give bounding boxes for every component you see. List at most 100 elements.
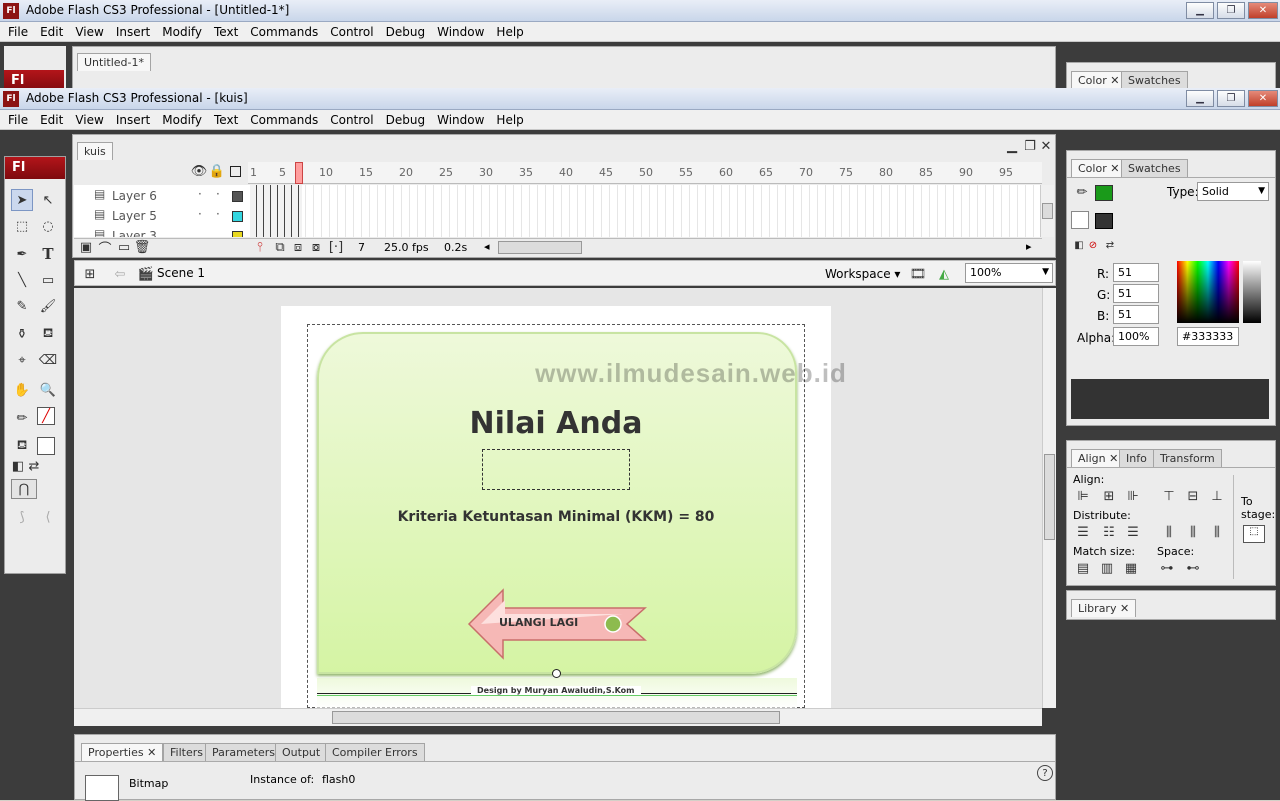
type-select[interactable]: Solid ▼ (1197, 182, 1269, 201)
brush-tool-icon[interactable]: 🖌 (37, 295, 59, 317)
zoom-select[interactable]: 100% ▼ (965, 263, 1053, 283)
maximize-button[interactable]: ❐ (1217, 2, 1245, 19)
center-frame-icon[interactable]: ⫯ (254, 240, 266, 255)
timeline-hscroll-thumb[interactable] (498, 241, 582, 254)
align-hcenter-icon[interactable]: ⊞ (1101, 489, 1117, 504)
menu-view[interactable]: View (69, 110, 109, 129)
back-arrow-icon[interactable]: ⇦ (111, 265, 129, 283)
subselection-tool-icon[interactable]: ↖ (37, 189, 59, 211)
ink-bottle-icon[interactable]: ⚱ (11, 323, 33, 345)
menu-help[interactable]: Help (490, 22, 529, 41)
tab-info[interactable]: Info (1119, 449, 1154, 467)
menu-insert[interactable]: Insert (110, 110, 156, 129)
canvas-hscrollbar[interactable] (74, 708, 1042, 726)
tab-parameters[interactable]: Parameters (205, 743, 282, 761)
fill-swatch[interactable] (37, 437, 55, 455)
tab-swatches[interactable]: Swatches (1121, 159, 1188, 177)
layer-row[interactable]: ▤ Layer 6 · · (74, 187, 246, 207)
insert-layer-icon[interactable]: ▣ (80, 240, 92, 255)
r-input[interactable]: 51 (1113, 263, 1159, 282)
playhead[interactable] (295, 162, 303, 184)
onion-skin-icon[interactable]: ⧉ (274, 240, 286, 255)
space-horizontal-icon[interactable]: ⊷ (1185, 561, 1201, 576)
tab-color-bg[interactable]: Color ✕ (1071, 71, 1127, 89)
menu-text[interactable]: Text (208, 22, 244, 41)
eyedropper-icon[interactable]: ⌖ (11, 349, 33, 371)
fill-bucket-icon[interactable] (1071, 211, 1089, 229)
menu-view[interactable]: View (69, 22, 109, 41)
minimize-button[interactable]: ▁ (1186, 90, 1214, 107)
menu-commands[interactable]: Commands (244, 110, 324, 129)
doc-tab-kuis[interactable]: kuis (77, 142, 113, 160)
paint-bucket-icon[interactable]: ⛾ (37, 323, 59, 345)
fill-color-swatch[interactable] (1095, 213, 1113, 229)
match-both-icon[interactable]: ▦ (1123, 561, 1139, 576)
distribute-top-icon[interactable]: ☰ (1075, 525, 1091, 540)
minimize-doc-icon[interactable]: ▁ (1005, 139, 1019, 154)
selection-tool-icon[interactable]: ➤ (11, 189, 33, 211)
hand-tool-icon[interactable]: ✋ (11, 379, 33, 401)
hscroll-thumb[interactable] (332, 711, 780, 724)
score-textfield[interactable] (482, 449, 630, 490)
tab-properties[interactable]: Properties ✕ (81, 743, 164, 761)
lasso-icon[interactable]: ◌ (37, 215, 59, 237)
align-top-icon[interactable]: ⊤ (1161, 489, 1177, 504)
color-spectrum[interactable] (1177, 261, 1239, 323)
match-width-icon[interactable]: ▤ (1075, 561, 1091, 576)
keyframes[interactable] (250, 185, 302, 237)
tab-output[interactable]: Output (275, 743, 328, 761)
restore-doc-icon[interactable]: ❐ (1023, 139, 1037, 154)
tab-filters[interactable]: Filters (163, 743, 210, 761)
onion-outline-icon[interactable]: ⧈ (292, 240, 304, 255)
distribute-right-icon[interactable]: ⫼ (1209, 525, 1225, 540)
scroll-left-icon[interactable]: ◂ (484, 240, 490, 253)
black-white-icon[interactable]: ◧ (1073, 239, 1085, 251)
layer-color-swatch[interactable] (232, 191, 243, 202)
menu-modify[interactable]: Modify (156, 22, 208, 41)
hex-input[interactable]: #333333 (1177, 327, 1239, 346)
text-tool-icon[interactable]: T (37, 243, 59, 265)
eraser-icon[interactable]: ⌫ (37, 349, 59, 371)
pen-tool-icon[interactable]: ✒ (11, 243, 33, 265)
edit-symbols-icon[interactable]: ◭ (935, 265, 953, 283)
match-height-icon[interactable]: ▥ (1099, 561, 1115, 576)
vscroll-thumb[interactable] (1044, 454, 1055, 540)
brightness-slider[interactable] (1243, 261, 1261, 323)
timeline-vscrollbar[interactable] (1040, 185, 1054, 237)
distribute-left-icon[interactable]: ⫼ (1161, 525, 1177, 540)
doc-tab-untitled[interactable]: Untitled-1* (77, 53, 151, 71)
tab-library[interactable]: Library ✕ (1071, 599, 1137, 617)
menu-debug[interactable]: Debug (380, 22, 431, 41)
rectangle-tool-icon[interactable]: ▭ (37, 269, 59, 291)
tab-compiler-errors[interactable]: Compiler Errors (325, 743, 425, 761)
distribute-bottom-icon[interactable]: ☰ (1125, 525, 1141, 540)
edit-multiple-frames-icon[interactable]: ⧇ (310, 240, 322, 255)
menu-text[interactable]: Text (208, 110, 244, 129)
menu-help[interactable]: Help (490, 110, 529, 129)
canvas-vscrollbar[interactable] (1042, 288, 1056, 708)
layer-row[interactable]: ▤ Layer 5 · · (74, 207, 246, 227)
tab-align[interactable]: Align ✕ (1071, 449, 1126, 467)
g-input[interactable]: 51 (1113, 284, 1159, 303)
to-stage-button[interactable]: ⬚ (1243, 525, 1265, 543)
no-color-icon[interactable]: ⊘ (1087, 239, 1099, 251)
layer-color-swatch[interactable] (232, 231, 243, 237)
swap-colors-icon[interactable]: ⇄ (1103, 239, 1117, 251)
default-colors-icon[interactable]: ◧ (11, 459, 25, 474)
tab-color[interactable]: Color ✕ (1071, 159, 1127, 177)
stage[interactable]: www.ilmudesain.web.id Nilai Anda Kriteri… (281, 306, 846, 708)
workspace-menu[interactable]: Workspace ▾ (825, 267, 900, 281)
outline-icon[interactable] (230, 166, 241, 177)
menu-edit[interactable]: Edit (34, 22, 69, 41)
menu-window[interactable]: Window (431, 110, 490, 129)
straighten-icon[interactable]: ⟨ (37, 507, 59, 527)
tab-transform[interactable]: Transform (1153, 449, 1222, 467)
menu-debug[interactable]: Debug (380, 110, 431, 129)
menu-edit[interactable]: Edit (34, 110, 69, 129)
close-button[interactable]: ✕ (1248, 2, 1278, 19)
close-doc-icon[interactable]: ✕ (1039, 139, 1053, 154)
stroke-color-swatch[interactable] (1095, 185, 1113, 201)
smooth-icon[interactable]: ⟆ (11, 507, 33, 527)
timeline-toggle-icon[interactable]: ⊞ (81, 265, 99, 283)
menu-file[interactable]: File (2, 110, 34, 129)
